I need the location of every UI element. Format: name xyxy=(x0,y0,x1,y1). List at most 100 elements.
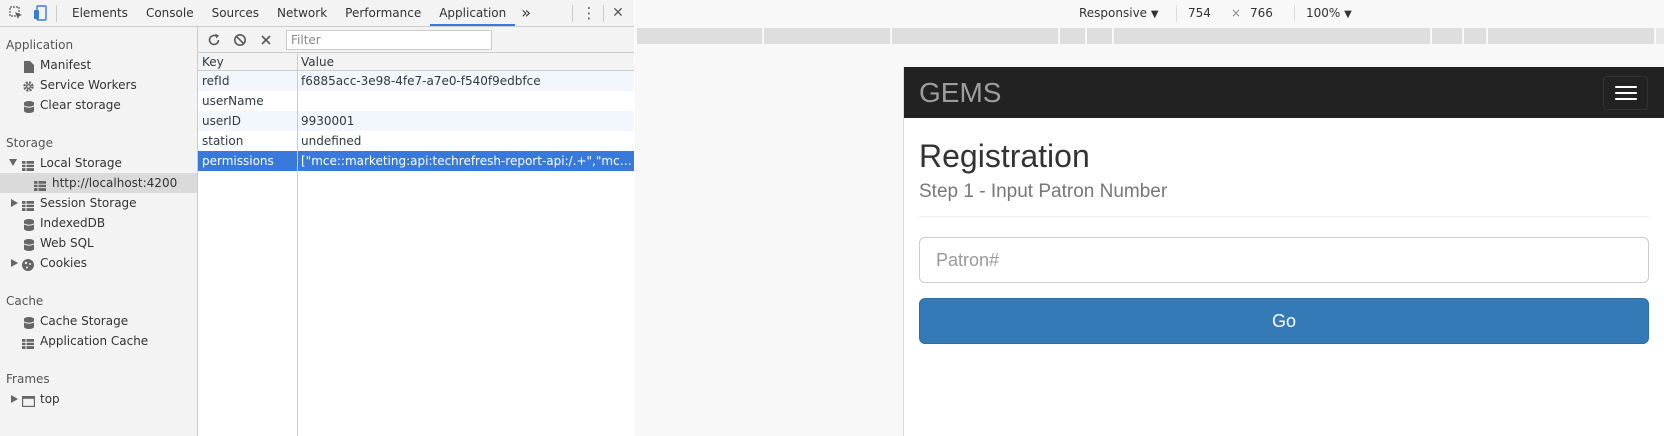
tab-performance[interactable]: Performance xyxy=(336,0,430,26)
sidebar-item-websql[interactable]: Web SQL xyxy=(0,233,197,253)
filter-input[interactable] xyxy=(286,29,492,50)
ruler-segment[interactable] xyxy=(764,28,892,44)
document-icon xyxy=(24,59,36,73)
row-value: undefined xyxy=(301,134,362,148)
brand-logo[interactable]: GEMS xyxy=(919,77,1001,109)
toolbar-separator xyxy=(572,4,573,22)
sidebar-item-manifest[interactable]: Manifest xyxy=(0,55,197,75)
dropdown-arrow-icon: ▼ xyxy=(1344,9,1352,20)
tab-console[interactable]: Console xyxy=(137,0,203,26)
hamburger-bar xyxy=(1614,97,1637,100)
row-value xyxy=(297,171,634,191)
table-row-empty[interactable] xyxy=(198,171,634,191)
close-icon[interactable]: ✕ xyxy=(608,3,628,23)
table-header: Key Value xyxy=(198,53,634,71)
devtools-panel: Elements Console Sources Network Perform… xyxy=(0,0,634,436)
patron-number-input[interactable] xyxy=(919,237,1649,283)
refresh-icon[interactable] xyxy=(204,30,224,50)
storage-toolbar xyxy=(198,27,634,53)
device-emulation-area: Responsive ▼ 754 × 766 100% ▼ GEMS Regis… xyxy=(635,0,1664,436)
column-header-value[interactable]: Value xyxy=(297,53,634,70)
row-value: f6885acc-3e98-4fe7-a7e0-f540f9edbfce xyxy=(301,74,541,88)
expand-triangle-icon[interactable] xyxy=(11,259,18,267)
tab-sources[interactable]: Sources xyxy=(203,0,268,26)
emulated-viewport: GEMS Registration Step 1 - Input Patron … xyxy=(903,67,1664,436)
row-key: permissions xyxy=(202,154,274,168)
frame-icon xyxy=(22,393,36,408)
database-icon xyxy=(23,315,36,329)
column-divider[interactable] xyxy=(297,53,298,436)
grid-icon xyxy=(22,197,34,211)
sidebar-item-local-origin[interactable]: http://localhost:4200 xyxy=(0,173,197,193)
times-separator: × xyxy=(1231,6,1242,20)
grid-icon xyxy=(22,157,34,171)
media-query-ruler[interactable] xyxy=(637,28,1664,44)
table-row[interactable]: userName xyxy=(198,91,634,111)
ruler-segment[interactable] xyxy=(1087,28,1114,44)
row-key xyxy=(198,171,297,191)
device-toolbar-icon[interactable] xyxy=(30,3,50,23)
ruler-segment[interactable] xyxy=(637,28,764,44)
sidebar-item-frame-top[interactable]: top xyxy=(0,389,197,409)
tab-network[interactable]: Network xyxy=(268,0,336,26)
sidebar-item-session-storage[interactable]: Session Storage xyxy=(0,193,197,213)
sidebar-item-cache-storage[interactable]: Cache Storage xyxy=(0,311,197,331)
kebab-menu-icon[interactable]: ⋮ xyxy=(579,3,599,23)
key-value-table: Key Value refId f6885acc-3e98-4fe7-a7e0-… xyxy=(198,53,634,436)
delete-selected-icon[interactable] xyxy=(256,30,276,50)
clear-all-icon[interactable] xyxy=(230,30,250,50)
section-cache: Cache xyxy=(6,294,44,308)
width-input[interactable]: 754 xyxy=(1188,6,1211,20)
sidebar-item-service-workers[interactable]: Service Workers xyxy=(0,75,197,95)
page-title: Registration xyxy=(919,138,1090,174)
sidebar-item-label: IndexedDB xyxy=(40,216,106,230)
sidebar-item-local-storage[interactable]: Local Storage xyxy=(0,153,197,173)
grid-icon xyxy=(34,177,46,191)
ruler-segment[interactable] xyxy=(1464,28,1488,44)
device-select[interactable]: Responsive ▼ xyxy=(1079,6,1159,20)
hamburger-bar xyxy=(1614,91,1637,94)
toolbar-separator xyxy=(56,4,57,22)
tab-elements[interactable]: Elements xyxy=(63,0,137,26)
sidebar-item-application-cache[interactable]: Application Cache xyxy=(0,331,197,351)
device-toolbar: Responsive ▼ 754 × 766 100% ▼ xyxy=(635,0,1664,27)
hamburger-menu-button[interactable] xyxy=(1603,75,1648,110)
column-header-key[interactable]: Key xyxy=(198,53,297,70)
table-row[interactable]: station undefined xyxy=(198,131,634,151)
ruler-segment[interactable] xyxy=(1488,28,1656,44)
sidebar-item-label: top xyxy=(40,392,60,406)
sidebar-item-clear-storage[interactable]: Clear storage xyxy=(0,95,197,115)
sidebar-item-indexeddb[interactable]: IndexedDB xyxy=(0,213,197,233)
sidebar-item-cookies[interactable]: Cookies xyxy=(0,253,197,273)
expand-triangle-icon[interactable] xyxy=(11,395,18,403)
grid-icon xyxy=(22,335,34,349)
sidebar-item-label: Service Workers xyxy=(40,78,137,92)
registration-content: Registration Step 1 - Input Patron Numbe… xyxy=(904,138,1664,344)
table-row-selected[interactable]: permissions ["mce::marketing:api:techref… xyxy=(198,151,634,171)
ruler-segment[interactable] xyxy=(1432,28,1464,44)
more-tabs-icon[interactable]: » xyxy=(515,0,537,26)
sidebar-item-label: Local Storage xyxy=(40,156,122,170)
sidebar-item-label: Application Cache xyxy=(40,334,149,348)
ruler-segment[interactable] xyxy=(892,28,1060,44)
zoom-select[interactable]: 100% ▼ xyxy=(1306,6,1352,20)
expand-triangle-icon[interactable] xyxy=(11,199,18,207)
storage-view: Key Value refId f6885acc-3e98-4fe7-a7e0-… xyxy=(198,27,634,436)
toolbar-separator xyxy=(1294,5,1295,22)
height-input[interactable]: 766 xyxy=(1250,6,1273,20)
table-body: refId f6885acc-3e98-4fe7-a7e0-f540f9edbf… xyxy=(198,71,634,191)
sidebar-item-label: Session Storage xyxy=(40,196,137,210)
ruler-segment[interactable] xyxy=(1060,28,1087,44)
sidebar-item-label: Clear storage xyxy=(40,98,121,112)
row-key: userID xyxy=(202,114,241,128)
table-row[interactable]: userID 9930001 xyxy=(198,111,634,131)
tab-application[interactable]: Application xyxy=(430,0,516,26)
devtools-toolbar: Elements Console Sources Network Perform… xyxy=(0,0,634,27)
row-value xyxy=(297,91,634,111)
row-value: 9930001 xyxy=(301,114,355,128)
expand-triangle-icon[interactable] xyxy=(9,159,17,166)
go-button[interactable]: Go xyxy=(919,298,1649,344)
ruler-segment[interactable] xyxy=(1114,28,1432,44)
table-row[interactable]: refId f6885acc-3e98-4fe7-a7e0-f540f9edbf… xyxy=(198,71,634,91)
inspect-element-icon[interactable] xyxy=(6,3,26,23)
